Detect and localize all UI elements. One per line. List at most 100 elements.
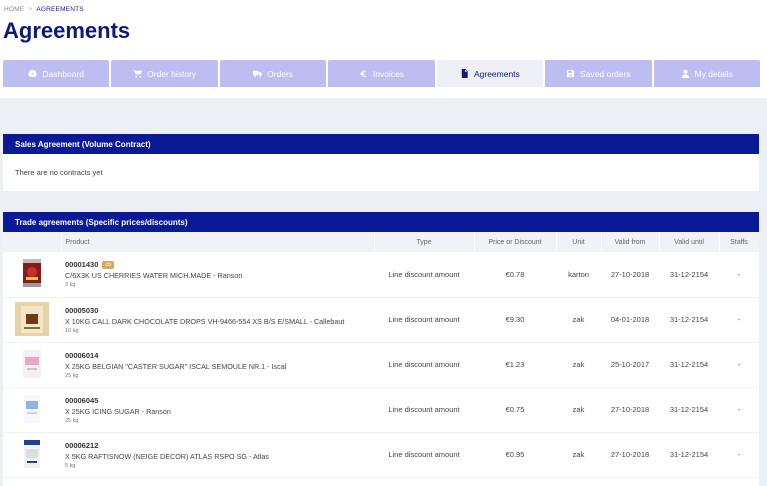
product-description[interactable]: X 10KG CALL DARK CHOCOLATE DROPS VH-9466… <box>65 317 374 326</box>
tab-invoices[interactable]: Invoices <box>328 60 435 87</box>
tab-saved-orders[interactable]: Saved orders <box>545 60 652 87</box>
tab-label: Dashboard <box>42 68 84 79</box>
user-icon <box>681 69 689 78</box>
type-cell: Line discount amount <box>374 252 474 298</box>
column-header-price[interactable]: Price or Discount <box>474 232 557 252</box>
price-cell: €0.95 <box>474 432 556 478</box>
valid-from-cell: 04-01-2018 <box>601 297 659 343</box>
valid-from-cell: 27-10-2018 <box>601 387 659 433</box>
staffs-cell: - <box>719 297 759 343</box>
product-cell: 00006014 X 25KG BELGIAN "CASTER SUGAR" I… <box>61 342 374 388</box>
tab-my-details[interactable]: My details <box>653 60 760 87</box>
column-header-valid-from[interactable]: Valid from <box>601 232 660 252</box>
tab-order-history[interactable]: Order history <box>111 60 218 87</box>
valid-until-cell: 31-12-2154 <box>659 387 719 433</box>
column-header-type[interactable]: Type <box>374 232 475 252</box>
breadcrumb-separator: > <box>28 6 33 13</box>
column-header-unit[interactable]: Unit <box>556 232 602 252</box>
tab-agreements[interactable]: Agreements <box>436 60 544 87</box>
save-icon <box>566 69 575 78</box>
column-header-staffs[interactable]: Staffs <box>719 232 759 252</box>
product-cell: 00006212 X 5KG RAFTISNOW (NEIGE DECOR) A… <box>61 432 374 478</box>
table-row[interactable]: 00006212 X 5KG RAFTISNOW (NEIGE DECOR) A… <box>3 432 759 478</box>
column-header-product[interactable]: Product <box>61 232 375 252</box>
product-cell: 00001430 cb C/6X3K US CHERRIES WATER MICH… <box>61 252 374 298</box>
product-image-cell <box>3 252 61 298</box>
column-header-valid-until[interactable]: Valid until <box>659 232 720 252</box>
product-description[interactable]: X 25KG ICING SUGAR - Ranson <box>65 407 374 416</box>
sales-agreement-header: Sales Agreement (Volume Contract) <box>3 134 759 154</box>
table-row[interactable]: 00006014 X 25KG BELGIAN "CASTER SUGAR" I… <box>3 342 759 388</box>
sugar-bag-image[interactable] <box>15 347 49 381</box>
product-weight: 3 kg <box>65 282 76 289</box>
product-description[interactable]: C/6X3K US CHERRIES WATER MICH.MADE - Ran… <box>65 271 374 280</box>
breadcrumb: HOME > AGREEMENTS <box>4 6 84 13</box>
column-header-image <box>3 232 62 252</box>
price-cell: €9.30 <box>474 297 556 343</box>
tab-orders[interactable]: Orders <box>219 60 327 87</box>
chocolate-bag-image[interactable] <box>15 301 49 336</box>
tab-bar: Dashboard Order history Orders Invoices … <box>3 60 760 87</box>
valid-from-cell: 25-10-2017 <box>601 342 659 388</box>
euro-icon <box>360 70 366 77</box>
product-code[interactable]: 00006045 <box>65 396 98 405</box>
product-image-cell <box>3 387 61 433</box>
truck-icon <box>253 70 263 78</box>
product-weight: 25 kg <box>65 417 79 424</box>
breadcrumb-home[interactable]: HOME <box>4 6 24 13</box>
raftisnow-bag-image[interactable] <box>15 437 49 471</box>
table-row[interactable]: 00005030 X 10KG CALL DARK CHOCOLATE DROP… <box>3 297 759 343</box>
tab-label: Invoices <box>372 68 405 79</box>
table-row[interactable]: 00006045 X 25KG ICING SUGAR - Ranson 25 … <box>3 387 759 433</box>
product-image-cell <box>3 432 61 478</box>
tab-label: My details <box>694 68 733 79</box>
unit-cell: zak <box>556 387 601 433</box>
tab-label: Orders <box>267 68 294 79</box>
product-code[interactable]: 00001430 <box>65 260 98 269</box>
staffs-cell: - <box>719 432 759 478</box>
valid-from-cell: 27-10-2018 <box>601 432 659 478</box>
product-weight: 10 kg <box>65 327 79 334</box>
tab-label: Saved orders <box>580 68 631 79</box>
type-cell: Line discount amount <box>374 387 474 433</box>
valid-until-cell: 31-12-2154 <box>659 432 719 478</box>
staffs-cell: - <box>719 342 759 388</box>
valid-until-cell: 31-12-2154 <box>659 297 719 343</box>
table-header-row: Product Type Price or Discount Unit Vali… <box>3 232 759 252</box>
product-code[interactable]: 00006212 <box>65 441 98 450</box>
cherries-can-image[interactable] <box>15 256 49 290</box>
valid-until-cell: 31-12-2154 <box>659 342 719 388</box>
product-description[interactable]: X 5KG RAFTISNOW (NEIGE DECOR) ATLAS RSPO… <box>65 452 374 461</box>
dashboard-icon <box>28 69 37 77</box>
staffs-cell: - <box>719 252 759 298</box>
product-weight: 5 kg <box>65 462 76 469</box>
breadcrumb-current: AGREEMENTS <box>36 6 84 13</box>
valid-until-cell: 31-12-2154 <box>659 252 719 298</box>
trade-agreements-panel: Trade agreements (Specific prices/discou… <box>3 212 759 486</box>
price-cell: €0.78 <box>474 252 556 298</box>
price-cell: €0.75 <box>474 387 556 433</box>
icing-sugar-bag-image[interactable] <box>15 392 49 426</box>
document-icon <box>461 69 468 78</box>
tab-dashboard[interactable]: Dashboard <box>3 60 110 87</box>
product-description[interactable]: X 25KG BELGIAN "CASTER SUGAR" ISCAL SEMO… <box>65 362 374 371</box>
unit-cell: zak <box>556 297 601 343</box>
price-cell: €1.23 <box>474 342 556 388</box>
trade-agreements-table: Product Type Price or Discount Unit Vali… <box>3 232 759 478</box>
product-image-cell <box>3 342 61 388</box>
sales-agreement-panel: Sales Agreement (Volume Contract) There … <box>3 134 759 191</box>
unit-cell: zak <box>556 342 601 388</box>
trade-agreements-header: Trade agreements (Specific prices/discou… <box>3 212 759 232</box>
product-code[interactable]: 00006014 <box>65 351 98 360</box>
valid-from-cell: 27-10-2018 <box>601 252 659 298</box>
table-row[interactable]: 00001430 cb C/6X3K US CHERRIES WATER MICH… <box>3 252 759 298</box>
type-cell: Line discount amount <box>374 342 474 388</box>
tab-label: Agreements <box>473 68 520 79</box>
no-contracts-message: There are no contracts yet <box>15 168 103 177</box>
product-image-cell <box>3 297 61 343</box>
staffs-cell: - <box>719 387 759 433</box>
type-cell: Line discount amount <box>374 432 474 478</box>
product-cell: 00006045 X 25KG ICING SUGAR - Ranson 25 … <box>61 387 374 433</box>
cart-icon <box>133 69 143 78</box>
product-code[interactable]: 00005030 <box>65 306 98 315</box>
